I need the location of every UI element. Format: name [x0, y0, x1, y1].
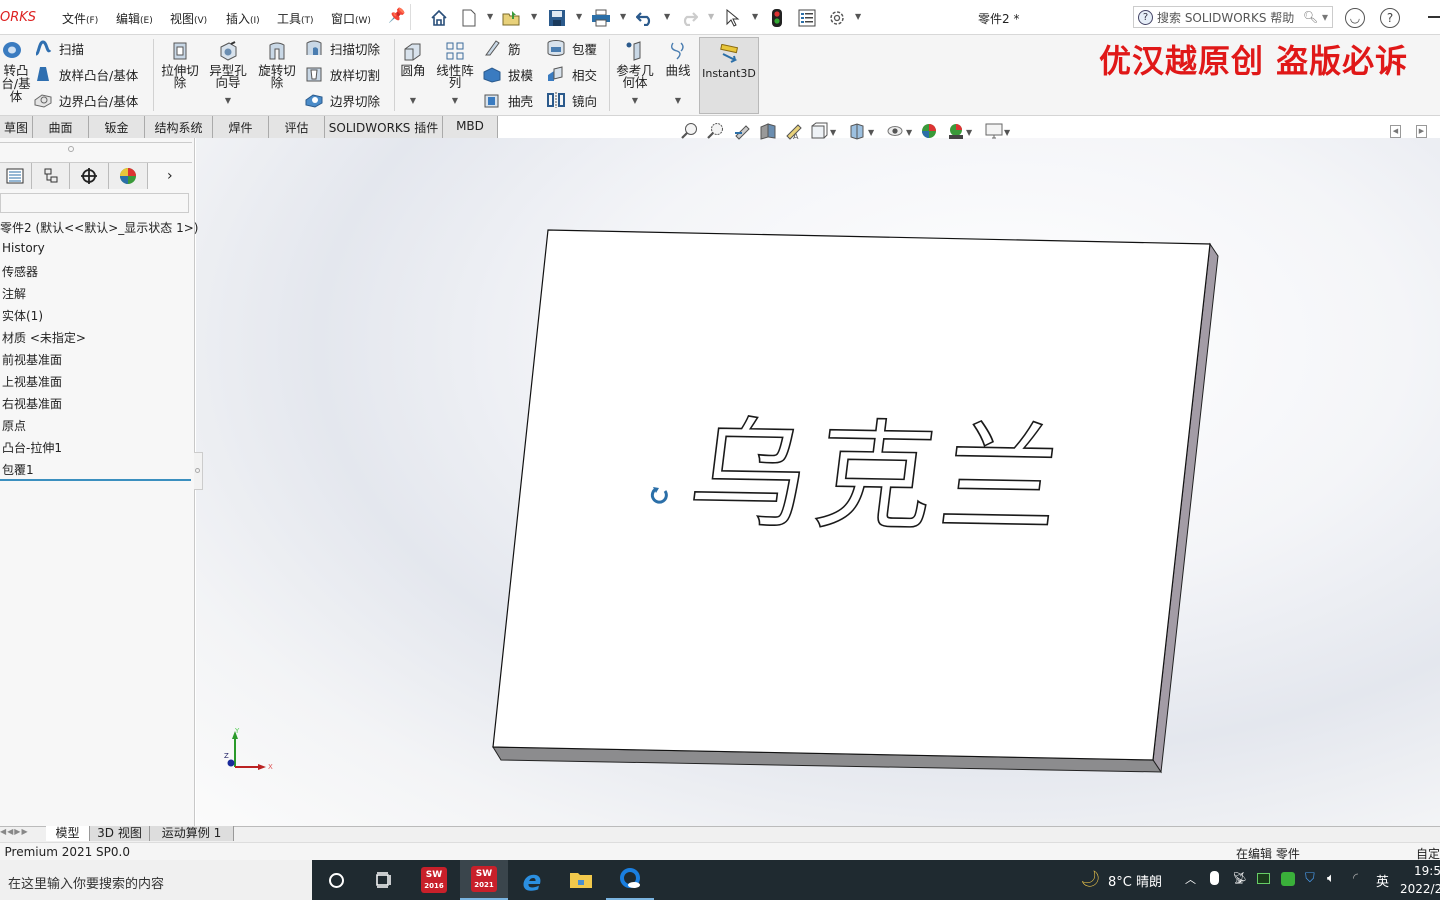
- weather-text[interactable]: 8°C 晴朗: [1108, 871, 1162, 890]
- tree-item-solid-bodies[interactable]: 实体(1): [2, 307, 43, 324]
- tree-item-top-plane[interactable]: 上视基准面: [2, 373, 62, 390]
- more-tabs-chevron-icon[interactable]: ›: [147, 163, 192, 189]
- configuration-manager-tab[interactable]: [70, 163, 110, 189]
- solidworks-2021-icon[interactable]: SW 2021: [460, 860, 508, 900]
- clock-date[interactable]: 2022/2: [1400, 882, 1440, 896]
- volume-icon[interactable]: 🔈︎: [1327, 871, 1335, 886]
- cortana-icon[interactable]: [312, 860, 360, 900]
- crosshair-icon: [81, 168, 98, 184]
- tree-item-origin[interactable]: 原点: [2, 417, 26, 434]
- qq-browser-icon[interactable]: [606, 860, 654, 900]
- panel-tabs: ›: [0, 162, 192, 189]
- z-label: Z: [224, 752, 229, 760]
- tab-motion-study-1[interactable]: 运动算例 1: [150, 826, 234, 841]
- file-explorer-icon[interactable]: [557, 860, 605, 900]
- taskbar-search-input[interactable]: 在这里输入你要搜索的内容: [0, 860, 312, 900]
- tree-item-history[interactable]: History: [2, 241, 45, 255]
- task-view-icon[interactable]: [360, 860, 408, 900]
- appearance-ball-icon: [119, 168, 136, 184]
- rotate-cursor-icon: [650, 485, 670, 505]
- tree-root-part[interactable]: 零件2 (默认<<默认>_显示状态 1>): [0, 219, 198, 236]
- microphone-icon[interactable]: [1210, 871, 1219, 885]
- tree-item-sensors[interactable]: 传感器: [2, 263, 38, 280]
- app-version-label: 2021: [474, 881, 494, 889]
- status-bar: [0, 842, 1440, 860]
- tab-scroll-arrows[interactable]: ◀◀▶▶: [0, 827, 44, 841]
- solidworks-2016-icon[interactable]: SW 2016: [410, 860, 458, 900]
- weather-moon-icon[interactable]: 🌙︎: [1080, 869, 1100, 888]
- x-arrow: [258, 764, 266, 770]
- feature-tree-icon: [6, 168, 24, 184]
- tab-model[interactable]: 模型: [46, 826, 90, 841]
- property-manager-icon: [44, 168, 58, 183]
- show-hidden-icons-chevron[interactable]: ︿: [1185, 871, 1196, 887]
- tree-filter-input[interactable]: [0, 193, 189, 213]
- y-label: Y: [234, 727, 240, 735]
- divider: [0, 142, 192, 143]
- app-version-label: 2016: [424, 882, 444, 890]
- security-app-icon[interactable]: [1281, 872, 1295, 886]
- panel-grip-icon[interactable]: [68, 146, 74, 152]
- tree-item-material[interactable]: 材质 <未指定>: [2, 329, 86, 346]
- network-device-icon[interactable]: 📡︎: [1232, 871, 1247, 885]
- clock-time[interactable]: 19:5: [1414, 864, 1440, 878]
- z-axis: [227, 759, 235, 767]
- feature-manager-tab[interactable]: [0, 163, 32, 189]
- version-text: SOLIDWORKS Premium 2021 SP0.0: [0, 845, 130, 859]
- tree-item-wrap1[interactable]: 包覆1: [2, 461, 34, 478]
- internet-explorer-icon[interactable]: e: [508, 860, 556, 900]
- rollback-bar[interactable]: [0, 479, 191, 481]
- tab-3d-views[interactable]: 3D 视图: [90, 826, 150, 841]
- tree-item-front-plane[interactable]: 前视基准面: [2, 351, 62, 368]
- property-manager-tab[interactable]: [31, 163, 71, 189]
- wifi-icon[interactable]: ◜: [1353, 871, 1358, 886]
- x-label: X: [268, 763, 273, 771]
- tree-item-annotations[interactable]: 注解: [2, 285, 26, 302]
- coordinate-triad: Y X Z: [224, 727, 273, 771]
- nvidia-icon[interactable]: [1257, 873, 1270, 884]
- tree-item-boss-extrude1[interactable]: 凸台-拉伸1: [2, 439, 62, 456]
- display-manager-tab[interactable]: [109, 163, 148, 189]
- panel-splitter-handle[interactable]: [194, 452, 203, 490]
- ime-indicator[interactable]: 英: [1376, 871, 1389, 890]
- shield-icon[interactable]: ⛉: [1305, 871, 1315, 886]
- wrapped-text-feature: 乌克兰: [681, 404, 1077, 550]
- tree-item-right-plane[interactable]: 右视基准面: [2, 395, 62, 412]
